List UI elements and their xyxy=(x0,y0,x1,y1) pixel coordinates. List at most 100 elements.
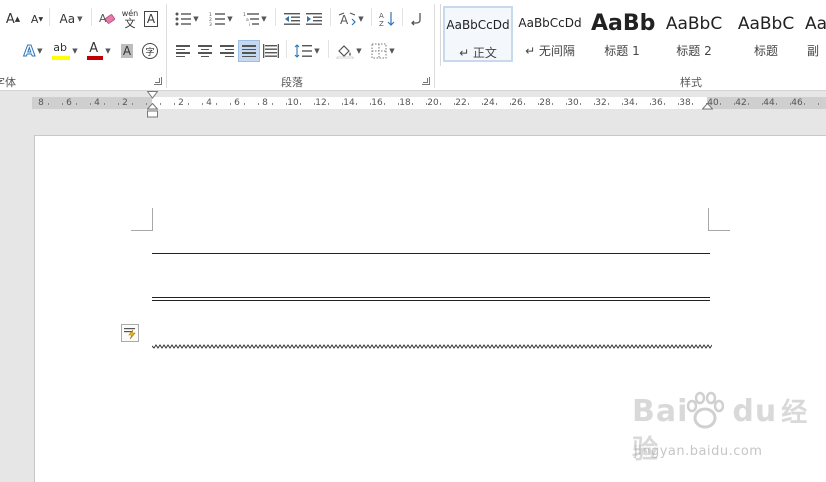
font-dialog-launcher[interactable] xyxy=(154,77,162,85)
crop-mark-top-left xyxy=(152,208,153,231)
ruler-tick xyxy=(804,103,805,105)
paragraph-dialog-launcher[interactable] xyxy=(422,77,430,85)
justify-icon xyxy=(242,45,256,57)
hanging-indent-marker[interactable] xyxy=(147,103,158,119)
separator xyxy=(328,40,329,58)
style-normal[interactable]: AaBbCcDd ↵ 正文 xyxy=(443,6,513,62)
style-subtitle[interactable]: Aa 副 xyxy=(803,6,826,62)
line-spacing-icon xyxy=(294,44,313,58)
ruler-number: 20 xyxy=(427,98,439,108)
ribbon: A ▲ A ▼ Aa ▼ A wén 文 A A ▼ ab ▼ A ▼ A 字 … xyxy=(0,0,826,91)
lightning-icon xyxy=(124,328,136,340)
ruler-tick xyxy=(468,103,469,105)
eraser-icon: A xyxy=(99,12,116,25)
ruler-tick xyxy=(720,103,721,105)
ruler-tick xyxy=(356,103,357,105)
chinese-layout-button[interactable]: A ▼ xyxy=(336,8,366,30)
ruler-tick xyxy=(706,103,707,105)
increase-indent-button[interactable] xyxy=(304,8,324,30)
style-heading-1[interactable]: AaBb 标题 1 xyxy=(587,6,657,62)
ruler-tick xyxy=(426,103,427,105)
font-color-button[interactable]: A ▼ xyxy=(84,38,114,64)
distributed-button[interactable] xyxy=(260,40,282,62)
ruler-number: 26 xyxy=(511,98,523,108)
line-spacing-button[interactable]: ▼ xyxy=(292,40,322,62)
align-center-icon xyxy=(198,45,212,57)
ruler-tick xyxy=(608,103,609,105)
distributed-icon xyxy=(263,44,279,58)
document-canvas: Bai du 经验 jingyan.baidu.com xyxy=(0,121,826,482)
horizontal-ruler[interactable]: 8 6 4 2 2 4 6 8 10 12 14 16 18 20 22 24 26 28 30 32 34 36 38 40… xyxy=(0,91,826,121)
multilevel-list-icon: 1 a i xyxy=(243,12,260,26)
styles-group-label: 样式 xyxy=(680,76,702,89)
character-border-button[interactable]: A xyxy=(142,8,160,30)
ruler-tick xyxy=(776,103,777,105)
align-left-icon xyxy=(176,45,190,57)
autocorrect-options-button[interactable] xyxy=(121,324,139,342)
ruler-number: 44 xyxy=(763,98,775,108)
shrink-font-button[interactable]: A ▼ xyxy=(28,8,46,30)
bullets-button[interactable]: ▼ xyxy=(172,8,202,30)
text-effects-button[interactable]: A ▼ xyxy=(18,40,48,62)
horizontal-line-double xyxy=(152,297,710,298)
chinese-layout-icon: A xyxy=(339,12,357,27)
increase-indent-icon xyxy=(306,13,322,25)
style-title[interactable]: AaBbC 标题 xyxy=(731,6,801,62)
ruler-tick xyxy=(818,103,819,105)
grow-font-button[interactable]: A ▲ xyxy=(4,8,22,30)
ruler-number: 6 xyxy=(234,98,240,108)
ruler-tick xyxy=(440,103,441,105)
ruler-tick xyxy=(328,103,329,105)
ruler-number: 4 xyxy=(206,98,212,108)
styles-gallery: AaBbCcDd ↵ 正文 AaBbCcDd ↵ 无间隔 AaBb 标题 1 A… xyxy=(440,4,826,66)
align-center-button[interactable] xyxy=(194,40,216,62)
style-no-spacing[interactable]: AaBbCcDd ↵ 无间隔 xyxy=(515,6,585,62)
numbering-button[interactable]: 1 2 3 ▼ xyxy=(206,8,236,30)
crop-mark-top-left xyxy=(131,230,153,231)
enclose-characters-button[interactable]: 字 xyxy=(140,40,160,62)
align-left-button[interactable] xyxy=(172,40,194,62)
decrease-indent-button[interactable] xyxy=(282,8,302,30)
svg-text:Z: Z xyxy=(379,20,384,27)
borders-icon xyxy=(371,43,387,59)
ruler-tick xyxy=(202,103,203,105)
separator xyxy=(286,40,287,58)
ruler-tick xyxy=(622,103,623,105)
separator xyxy=(330,8,331,26)
paragraph-group-label: 段落 xyxy=(281,76,303,89)
ruler-tick xyxy=(62,103,63,105)
ruler-tick xyxy=(230,103,231,105)
ruler-number: 12 xyxy=(315,98,327,108)
ruler-number: 34 xyxy=(623,98,635,108)
ruler-tick xyxy=(118,103,119,105)
ruler-number: 42 xyxy=(735,98,747,108)
svg-text:3: 3 xyxy=(209,22,212,26)
ruler-tick xyxy=(398,103,399,105)
ruler-number: 40 xyxy=(707,98,719,108)
decrease-indent-icon xyxy=(284,13,300,25)
horizontal-line-single xyxy=(152,253,710,254)
ruler-tick xyxy=(384,103,385,105)
ruler-tick xyxy=(132,103,133,105)
ruler-tick xyxy=(552,103,553,105)
font-group-label: 字体 xyxy=(0,76,16,89)
phonetic-guide-button[interactable]: wén 文 xyxy=(120,6,140,32)
justify-button[interactable] xyxy=(238,40,260,62)
shading-button[interactable]: ▼ xyxy=(334,40,364,62)
ruler-number: 10 xyxy=(287,98,299,108)
style-heading-2[interactable]: AaBbC 标题 2 xyxy=(659,6,729,62)
group-separator xyxy=(166,4,167,88)
show-formatting-marks-button[interactable] xyxy=(406,8,426,30)
ruler-tick xyxy=(370,103,371,105)
change-case-button[interactable]: Aa ▼ xyxy=(55,8,87,30)
text-highlight-button[interactable]: ab ▼ xyxy=(50,38,80,64)
horizontal-line-wavy xyxy=(152,344,712,349)
character-shading-button[interactable]: A xyxy=(118,40,136,62)
multilevel-list-button[interactable]: 1 a i ▼ xyxy=(240,8,270,30)
align-right-button[interactable] xyxy=(216,40,238,62)
first-line-indent-marker[interactable] xyxy=(147,91,158,99)
borders-button[interactable]: ▼ xyxy=(368,40,398,62)
clear-formatting-button[interactable]: A xyxy=(96,8,118,30)
ruler-number: 24 xyxy=(483,98,495,108)
sort-button[interactable]: A Z xyxy=(377,8,397,30)
